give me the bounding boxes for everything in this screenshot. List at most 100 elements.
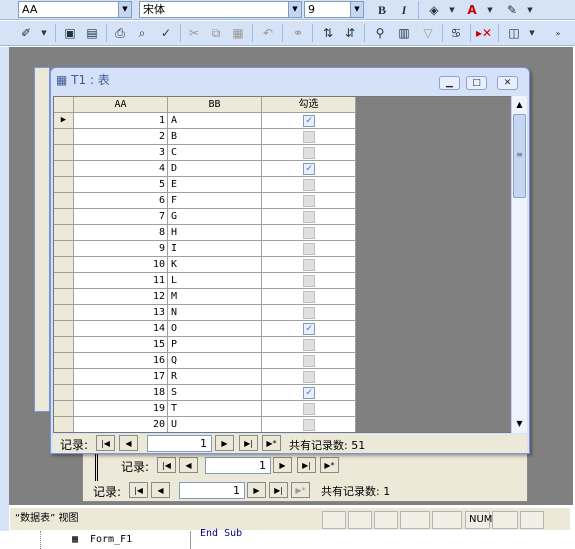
- filter-by-form-icon[interactable]: ▥: [394, 23, 414, 43]
- cell-bb[interactable]: A: [168, 113, 262, 129]
- cell-bb[interactable]: I: [168, 241, 262, 257]
- search-file-icon[interactable]: ▤: [82, 23, 102, 43]
- checkbox[interactable]: [303, 355, 315, 367]
- new-record-button[interactable]: ▶*: [291, 482, 310, 498]
- cell-bb[interactable]: K: [168, 257, 262, 273]
- subform-record-number[interactable]: 1: [205, 457, 271, 474]
- row-selector[interactable]: [54, 321, 74, 337]
- row-selector[interactable]: [54, 145, 74, 161]
- cell-aa[interactable]: 5: [74, 177, 168, 193]
- row-selector[interactable]: [54, 337, 74, 353]
- checkbox[interactable]: [303, 131, 315, 143]
- row-selector[interactable]: [54, 305, 74, 321]
- toolbar-options-icon[interactable]: »: [548, 23, 568, 43]
- delete-record-icon[interactable]: ▸✕: [474, 23, 494, 43]
- cell-aa[interactable]: 7: [74, 209, 168, 225]
- cell-aa[interactable]: 4: [74, 161, 168, 177]
- vertical-scrollbar[interactable]: ▲ ≡ ▼: [511, 96, 527, 433]
- scroll-thumb[interactable]: ≡: [513, 114, 526, 198]
- row-selector[interactable]: [54, 129, 74, 145]
- cell-aa[interactable]: 12: [74, 289, 168, 305]
- sort-ascending-icon[interactable]: ⇅: [318, 23, 338, 43]
- checkbox[interactable]: [303, 179, 315, 191]
- cell-aa[interactable]: 20: [74, 417, 168, 432]
- undo-icon[interactable]: ↶: [258, 23, 278, 43]
- checkbox[interactable]: ✓: [303, 323, 315, 335]
- row-selector[interactable]: [54, 353, 74, 369]
- row-selector[interactable]: [54, 417, 74, 432]
- cell-bb[interactable]: P: [168, 337, 262, 353]
- first-record-button[interactable]: |◀: [129, 482, 148, 498]
- row-selector[interactable]: [54, 161, 74, 177]
- cell-bb[interactable]: Q: [168, 353, 262, 369]
- row-selector[interactable]: [54, 193, 74, 209]
- cell-bb[interactable]: T: [168, 401, 262, 417]
- line-color-icon[interactable]: ✎: [502, 0, 522, 20]
- row-selector[interactable]: [54, 257, 74, 273]
- row-selector[interactable]: [54, 241, 74, 257]
- prev-record-button[interactable]: ◀: [151, 482, 170, 498]
- column-header-aa[interactable]: AA: [74, 97, 168, 113]
- last-record-button[interactable]: ▶|: [269, 482, 288, 498]
- sort-descending-icon[interactable]: ⇵: [340, 23, 360, 43]
- checkbox[interactable]: [303, 259, 315, 271]
- paste-icon[interactable]: ▦: [228, 23, 248, 43]
- print-icon[interactable]: ⎙: [110, 23, 130, 43]
- cell-aa[interactable]: 9: [74, 241, 168, 257]
- checkbox[interactable]: [303, 227, 315, 239]
- object-combo[interactable]: AA ▼: [18, 1, 132, 18]
- row-selector[interactable]: [54, 369, 74, 385]
- checkbox[interactable]: ✓: [303, 115, 315, 127]
- cell-aa[interactable]: 2: [74, 129, 168, 145]
- scroll-up-icon[interactable]: ▲: [512, 97, 527, 112]
- scroll-down-icon[interactable]: ▼: [512, 416, 527, 431]
- checkbox[interactable]: ✓: [303, 387, 315, 399]
- row-selector[interactable]: ▶: [54, 113, 74, 129]
- cell-bb[interactable]: L: [168, 273, 262, 289]
- form-record-number[interactable]: 1: [179, 482, 245, 499]
- find-icon[interactable]: ♋: [446, 23, 466, 43]
- cell-bb[interactable]: R: [168, 369, 262, 385]
- column-header-bb[interactable]: BB: [168, 97, 262, 113]
- cut-icon[interactable]: ✂: [184, 23, 204, 43]
- cell-bb[interactable]: B: [168, 129, 262, 145]
- checkbox[interactable]: [303, 403, 315, 415]
- row-selector[interactable]: [54, 177, 74, 193]
- cell-aa[interactable]: 16: [74, 353, 168, 369]
- checkbox[interactable]: [303, 243, 315, 255]
- row-selector[interactable]: [54, 209, 74, 225]
- cell-bb[interactable]: H: [168, 225, 262, 241]
- checkbox[interactable]: [303, 291, 315, 303]
- checkbox[interactable]: [303, 211, 315, 223]
- chevron-down-icon[interactable]: ▼: [520, 0, 540, 20]
- maximize-button[interactable]: □: [466, 76, 487, 90]
- print-preview-icon[interactable]: ⌕: [132, 23, 152, 43]
- font-combo[interactable]: 宋体 ▼: [139, 1, 302, 18]
- cell-bb[interactable]: D: [168, 161, 262, 177]
- last-record-button[interactable]: ▶|: [239, 435, 258, 451]
- italic-button[interactable]: I: [394, 0, 414, 20]
- font-color-icon[interactable]: A: [462, 0, 482, 20]
- chevron-down-icon[interactable]: ▼: [118, 2, 131, 17]
- cell-bb[interactable]: G: [168, 209, 262, 225]
- chevron-down-icon[interactable]: ▼: [288, 2, 301, 17]
- new-record-button[interactable]: ▶*: [320, 457, 339, 473]
- checkbox[interactable]: [303, 307, 315, 319]
- prev-record-button[interactable]: ◀: [179, 457, 198, 473]
- cell-aa[interactable]: 10: [74, 257, 168, 273]
- cell-bb[interactable]: C: [168, 145, 262, 161]
- select-all-cell[interactable]: [54, 97, 74, 113]
- cell-bb[interactable]: F: [168, 193, 262, 209]
- new-object-icon[interactable]: ◫: [504, 23, 524, 43]
- next-record-button[interactable]: ▶: [247, 482, 266, 498]
- next-record-button[interactable]: ▶: [273, 457, 292, 473]
- chevron-down-icon[interactable]: ▼: [34, 23, 54, 43]
- last-record-button[interactable]: ▶|: [297, 457, 316, 473]
- cell-aa[interactable]: 3: [74, 145, 168, 161]
- cell-aa[interactable]: 19: [74, 401, 168, 417]
- cell-bb[interactable]: N: [168, 305, 262, 321]
- cell-aa[interactable]: 13: [74, 305, 168, 321]
- cell-bb[interactable]: S: [168, 385, 262, 401]
- cell-aa[interactable]: 14: [74, 321, 168, 337]
- apply-filter-icon[interactable]: ▽: [418, 23, 438, 43]
